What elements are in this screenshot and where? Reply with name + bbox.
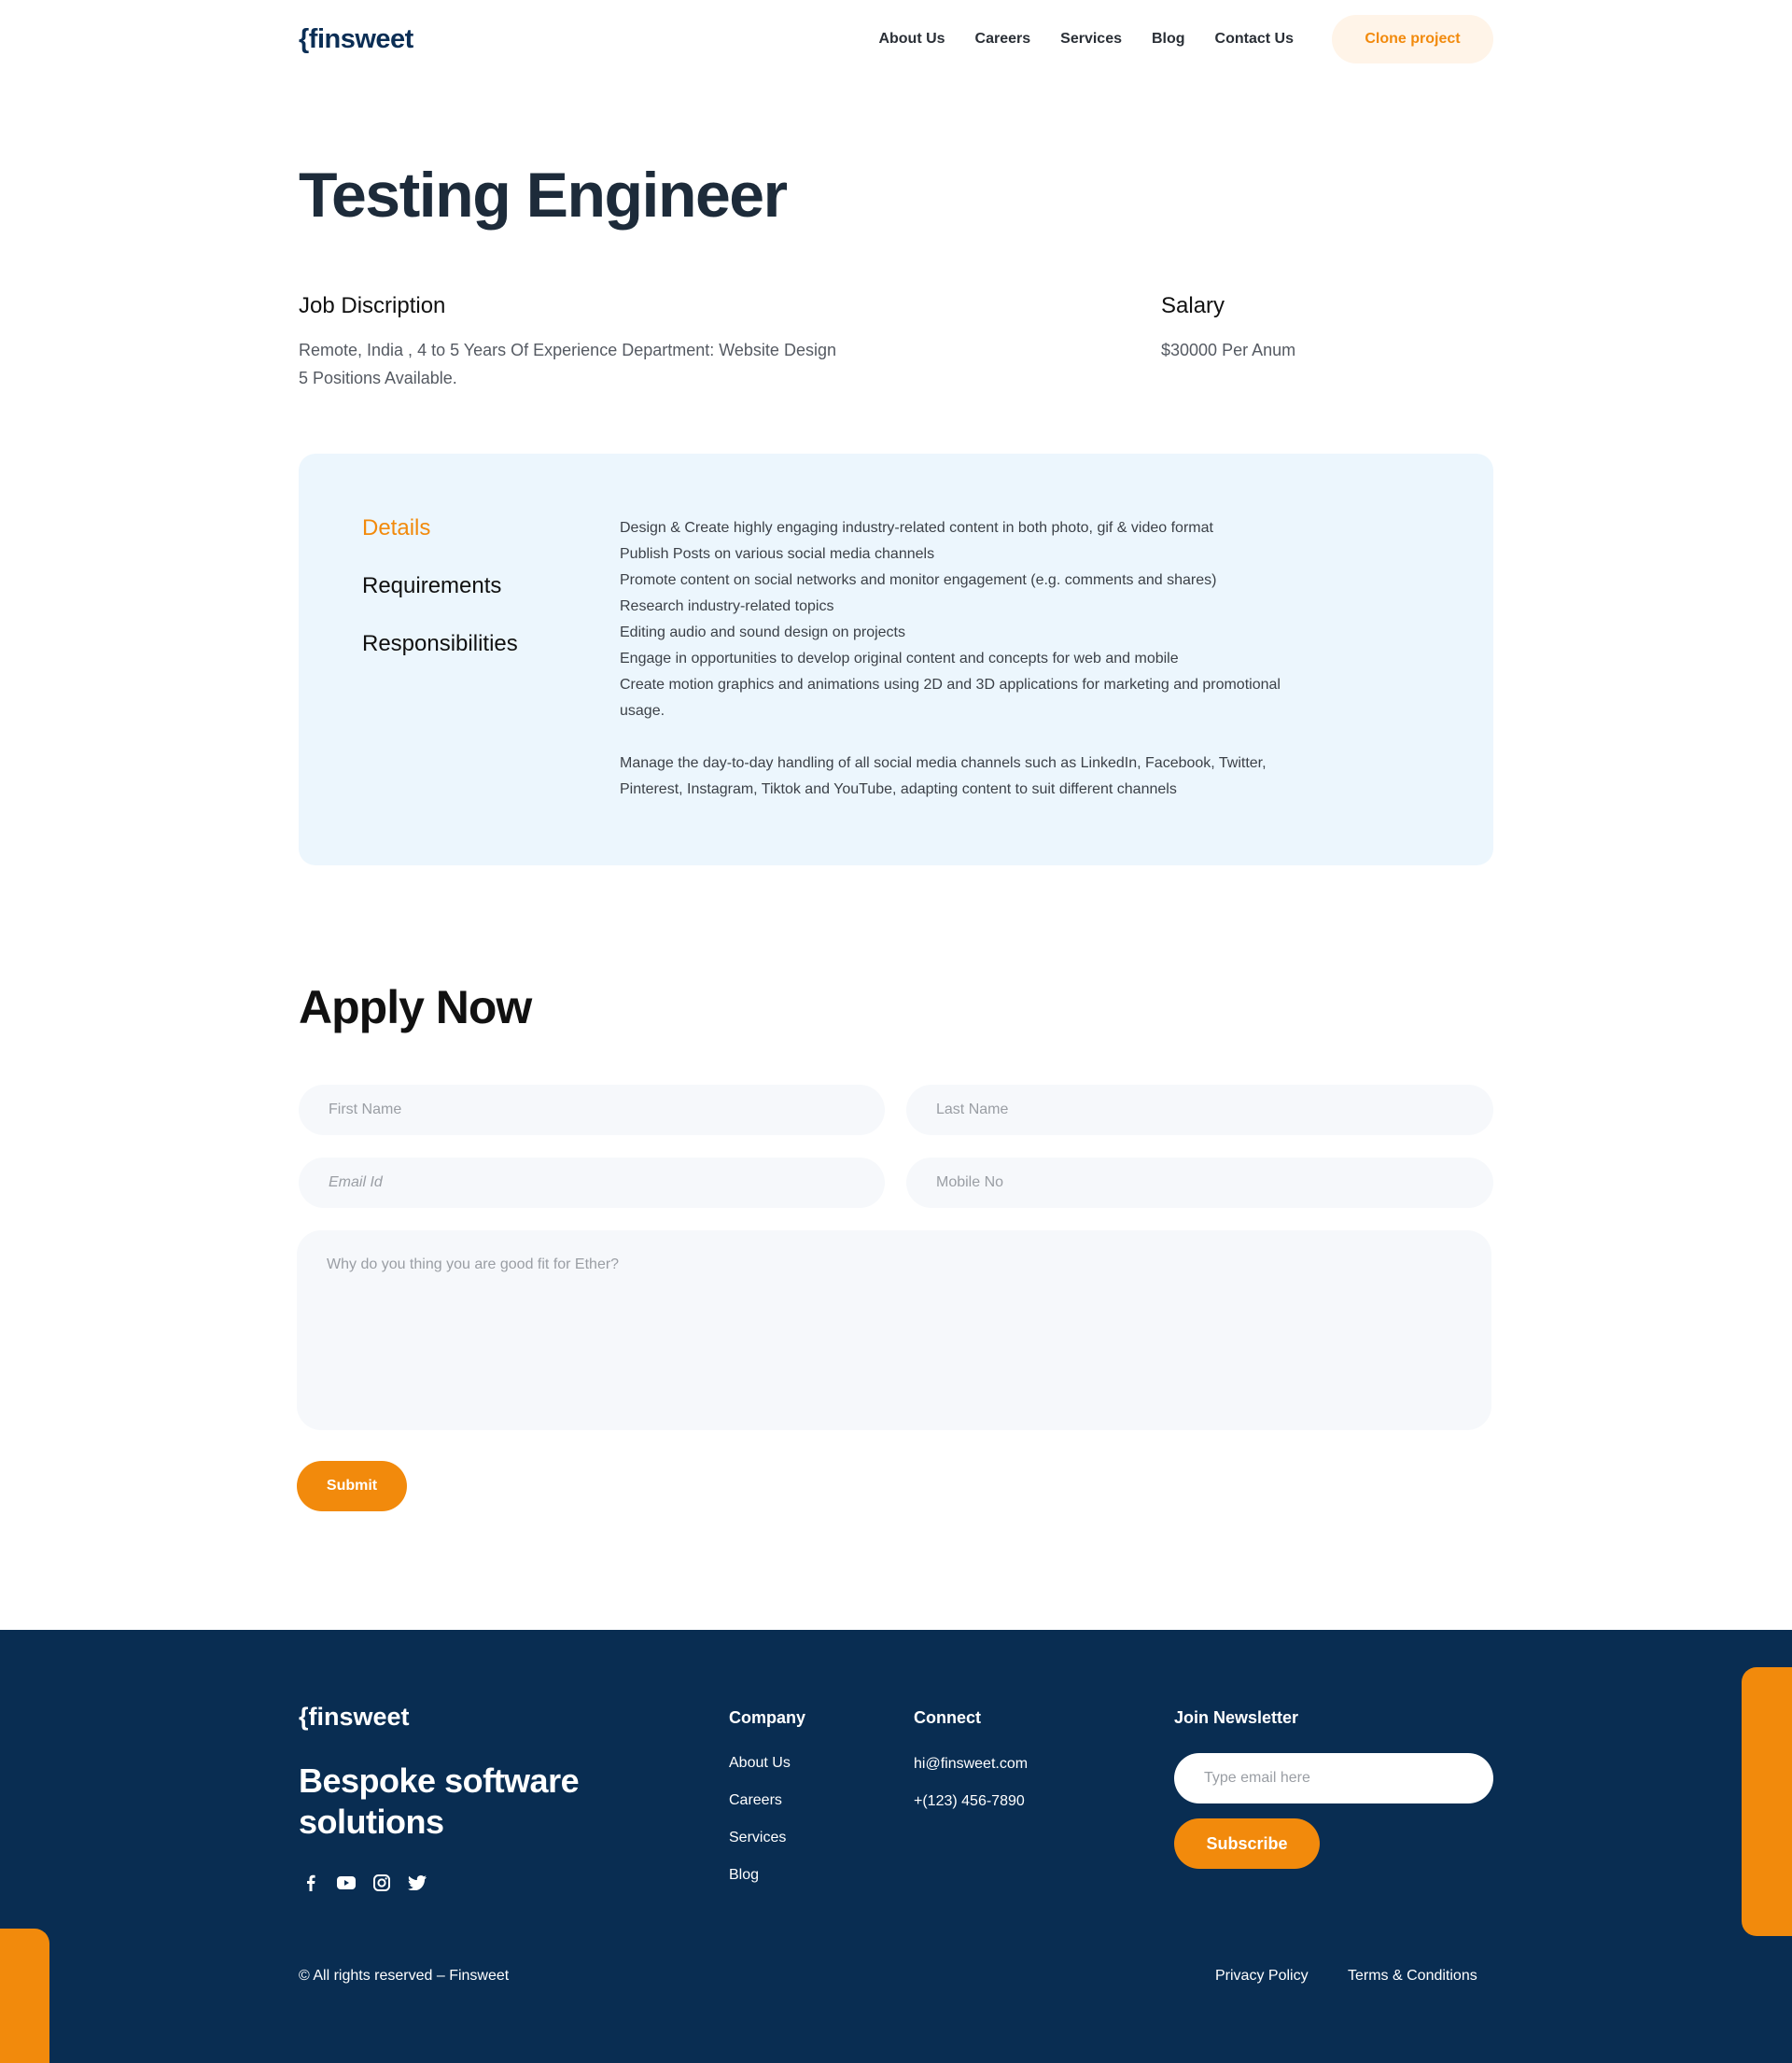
salary-value: $30000 Per Anum bbox=[1161, 341, 1296, 359]
social-links bbox=[301, 1873, 442, 1893]
job-description-line: Remote, India , 4 to 5 Years Of Experien… bbox=[299, 341, 836, 359]
nav-link-services[interactable]: Services bbox=[1060, 31, 1122, 48]
clone-project-button[interactable]: Clone project bbox=[1332, 15, 1493, 63]
fit-reason-textarea[interactable] bbox=[297, 1230, 1491, 1430]
decorative-accent bbox=[1742, 1667, 1792, 1936]
detail-line: Promote content on social networks and m… bbox=[620, 572, 1217, 588]
first-name-input[interactable] bbox=[299, 1085, 885, 1135]
last-name-input[interactable] bbox=[906, 1085, 1493, 1135]
company-heading: Company bbox=[729, 1708, 806, 1727]
job-details-card: Details Requirements Responsibilities De… bbox=[299, 454, 1493, 865]
email-input[interactable] bbox=[299, 1158, 885, 1208]
nav-link-contact-us[interactable]: Contact Us bbox=[1215, 31, 1294, 48]
job-description-block: Job Discription Remote, India , 4 to 5 Y… bbox=[299, 293, 915, 392]
detail-line: Manage the day-to-day handling of all so… bbox=[620, 755, 1267, 771]
detail-line: Research industry-related topics bbox=[620, 598, 834, 614]
detail-spacer bbox=[620, 724, 1432, 751]
top-nav: {finsweet About Us Careers Services Blog… bbox=[299, 0, 1493, 78]
newsletter-heading: Join Newsletter bbox=[1174, 1708, 1299, 1727]
detail-line: Create motion graphics and animations us… bbox=[620, 677, 1281, 693]
site-footer: {finsweet Bespoke software solutions Com… bbox=[0, 1630, 1792, 2063]
footer-link-about-us[interactable]: About Us bbox=[729, 1755, 791, 1772]
detail-line: usage. bbox=[620, 703, 665, 719]
privacy-policy-link[interactable]: Privacy Policy bbox=[1215, 1968, 1309, 1985]
nav-links: About Us Careers Services Blog Contact U… bbox=[848, 15, 1493, 63]
salary-heading: Salary bbox=[1161, 293, 1225, 318]
detail-line: Publish Posts on various social media ch… bbox=[620, 546, 935, 562]
footer-email-link[interactable]: hi@finsweet.com bbox=[914, 1756, 1028, 1773]
detail-line: Pinterest, Instagram, Tiktok and YouTube… bbox=[620, 781, 1177, 797]
facebook-icon[interactable] bbox=[301, 1873, 321, 1893]
footer-logo[interactable]: {finsweet bbox=[299, 1703, 410, 1732]
footer-link-careers[interactable]: Careers bbox=[729, 1792, 782, 1809]
connect-heading: Connect bbox=[914, 1708, 981, 1727]
terms-conditions-link[interactable]: Terms & Conditions bbox=[1348, 1968, 1477, 1985]
detail-list: Design & Create highly engaging industry… bbox=[620, 515, 1432, 803]
detail-line: Design & Create highly engaging industry… bbox=[620, 520, 1213, 536]
finsweet-logo[interactable]: {finsweet bbox=[299, 24, 413, 55]
twitter-icon[interactable] bbox=[407, 1873, 427, 1893]
details-tabs: Details Requirements Responsibilities bbox=[362, 515, 518, 689]
nav-link-about-us[interactable]: About Us bbox=[878, 31, 945, 48]
tab-details[interactable]: Details bbox=[362, 515, 518, 573]
detail-line: Editing audio and sound design on projec… bbox=[620, 625, 905, 640]
subscribe-button[interactable]: Subscribe bbox=[1174, 1818, 1320, 1869]
footer-phone-link[interactable]: +(123) 456-7890 bbox=[914, 1793, 1025, 1810]
mobile-input[interactable] bbox=[906, 1158, 1493, 1208]
footer-link-blog[interactable]: Blog bbox=[729, 1867, 759, 1884]
footer-link-services[interactable]: Services bbox=[729, 1830, 786, 1846]
footer-tagline: Bespoke software solutions bbox=[299, 1761, 580, 1841]
newsletter-email-input[interactable] bbox=[1174, 1753, 1493, 1803]
job-description-heading: Job Discription bbox=[299, 293, 446, 318]
youtube-icon[interactable] bbox=[336, 1873, 357, 1893]
tab-requirements[interactable]: Requirements bbox=[362, 573, 518, 631]
copyright-text: © All rights reserved – Finsweet bbox=[299, 1968, 510, 1984]
salary-block: Salary $30000 Per Anum bbox=[1161, 293, 1493, 364]
page-title: Testing Engineer bbox=[299, 160, 788, 231]
nav-link-blog[interactable]: Blog bbox=[1152, 31, 1185, 48]
apply-now-heading: Apply Now bbox=[299, 981, 532, 1033]
job-description-line: 5 Positions Available. bbox=[299, 369, 457, 387]
detail-line: Engage in opportunities to develop origi… bbox=[620, 651, 1179, 667]
tab-responsibilities[interactable]: Responsibilities bbox=[362, 631, 518, 689]
submit-button[interactable]: Submit bbox=[297, 1461, 407, 1511]
nav-link-careers[interactable]: Careers bbox=[975, 31, 1031, 48]
decorative-accent bbox=[0, 1929, 49, 2063]
instagram-icon[interactable] bbox=[371, 1873, 392, 1893]
